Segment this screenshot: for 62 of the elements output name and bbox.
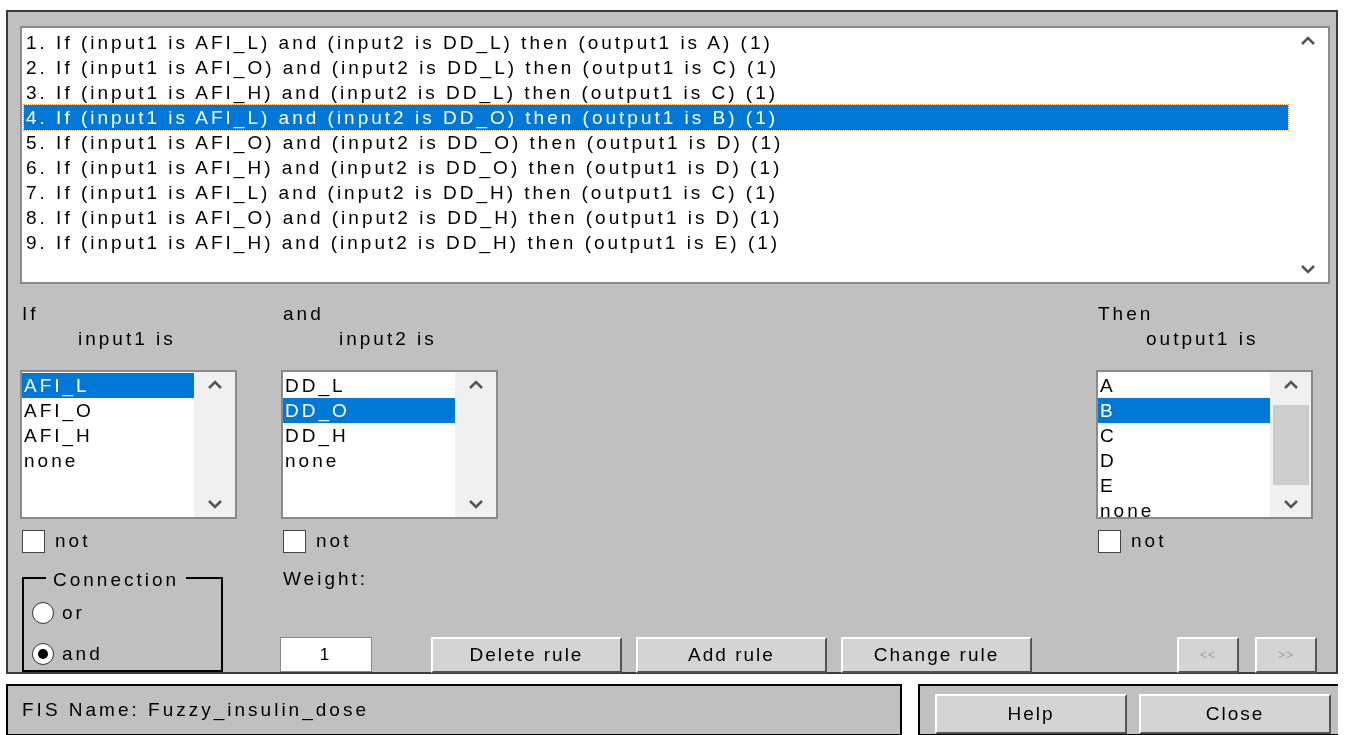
scroll-down-icon[interactable] [467,499,484,509]
list-item[interactable]: C [1098,423,1270,448]
rule-row[interactable]: 9. If (input1 is AFI_H) and (input2 is DD_H) then (output1 is E) (1) [24,230,1288,255]
rule-row[interactable]: 1. If (input1 is AFI_L) and (input2 is DD_L) then (output1 is A) (1) [24,30,1288,55]
scroll-thumb[interactable] [1272,404,1309,485]
radio-button[interactable] [32,602,54,625]
membership-list[interactable]: AFI_L AFI_O AFI_H none [20,370,237,519]
not-checkbox[interactable] [283,529,306,553]
rule-row[interactable]: 4. If (input1 is AFI_L) and (input2 is DD_O) then (output1 is B) (1) [24,105,1288,130]
rule-action-button[interactable]: Delete rule [431,637,622,673]
rule-row[interactable]: 6. If (input1 is AFI_H) and (input2 is DD_O) then (output1 is D) (1) [24,155,1288,180]
scrollbar[interactable] [1270,372,1311,517]
scrollbar[interactable] [194,372,235,517]
scroll-down-icon[interactable] [1282,499,1299,509]
radio-label: and [62,641,103,666]
variable-heading: input2 is [339,328,437,349]
variable-heading: input1 is [78,328,176,349]
clause-label: Then [1097,302,1154,326]
radio-button[interactable] [32,642,54,665]
rule-list[interactable] [20,26,1330,284]
list-item[interactable]: DD_L [283,373,455,398]
membership-list[interactable]: DD_L DD_O DD_H none [281,370,498,519]
not-label: not [316,529,352,553]
variable-heading: output1 is [1146,328,1259,349]
scroll-up-icon[interactable] [1300,36,1316,46]
scroll-up-icon[interactable] [467,380,484,390]
clause-label: and [282,302,324,326]
weight-field[interactable]: 1 [280,637,372,672]
rule-action-button[interactable]: Change rule [841,637,1032,673]
list-item[interactable]: DD_O [283,398,455,423]
not-label: not [1131,529,1167,553]
list-item[interactable]: none [1098,498,1270,517]
clause-label: If [21,302,39,326]
scroll-down-icon[interactable] [206,499,223,509]
not-checkbox[interactable] [1098,529,1121,553]
rule-action-button[interactable]: Add rule [636,637,827,673]
weight-label: Weight: [283,567,369,591]
scroll-up-icon[interactable] [206,380,223,390]
list-item[interactable]: E [1098,473,1270,498]
list-item[interactable]: DD_H [283,423,455,448]
scroll-up-icon[interactable] [1282,380,1299,390]
list-item[interactable]: A [1098,373,1270,398]
list-item[interactable]: B [1098,398,1270,423]
rule-row[interactable]: 5. If (input1 is AFI_O) and (input2 is DD_O) then (output1 is D) (1) [24,130,1288,155]
dialog-button[interactable]: Help [935,694,1127,734]
not-checkbox[interactable] [22,529,45,553]
dialog-button[interactable]: Close [1139,694,1331,734]
rule-row[interactable]: 7. If (input1 is AFI_L) and (input2 is DD_H) then (output1 is C) (1) [24,180,1288,205]
list-item[interactable]: none [283,448,455,473]
list-item[interactable]: D [1098,448,1270,473]
list-item[interactable]: AFI_O [22,398,194,423]
radio-label: or [62,601,85,625]
list-item[interactable]: AFI_H [22,423,194,448]
scroll-down-icon[interactable] [1300,264,1316,274]
rule-row[interactable]: 8. If (input1 is AFI_O) and (input2 is DD_H) then (output1 is D) (1) [24,205,1288,230]
fis-name-text: FIS Name: Fuzzy_insulin_dose [22,699,369,720]
list-item[interactable]: none [22,448,194,473]
scrollbar[interactable] [455,372,496,517]
list-item[interactable]: AFI_L [22,373,194,398]
not-label: not [55,529,91,553]
rule-row[interactable]: 3. If (input1 is AFI_H) and (input2 is DD_L) then (output1 is C) (1) [24,80,1288,105]
rule-row[interactable]: 2. If (input1 is AFI_O) and (input2 is DD_L) then (output1 is C) (1) [24,55,1288,80]
